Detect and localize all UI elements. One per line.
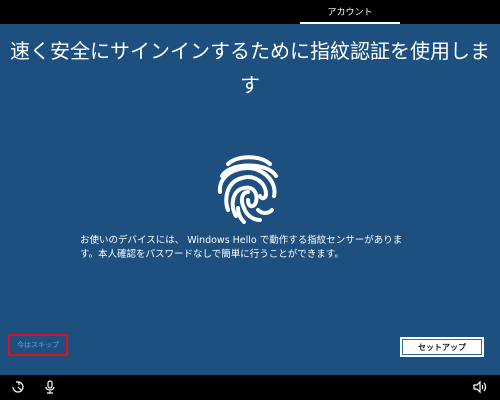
- fingerprint-icon: [217, 155, 278, 224]
- page-title: 速く安全にサインインするために指紋認証を使用します: [10, 39, 490, 97]
- skip-button[interactable]: 今はスキップ: [10, 336, 66, 354]
- ease-of-access-icon[interactable]: [10, 379, 26, 395]
- description-text: お使いのデバイスには、 Windows Hello で動作する指紋センサーがあり…: [80, 235, 403, 260]
- oobe-screen: アカウント 速く安全にサインインするために指紋認証を使用します お使いのデバイス…: [0, 0, 500, 400]
- skip-highlight-box: 今はスキップ: [8, 334, 68, 356]
- top-bar: アカウント: [0, 0, 500, 24]
- tab-account[interactable]: アカウント: [300, 0, 400, 24]
- main-panel: 速く安全にサインインするために指紋認証を使用します お使いのデバイスには、 Wi…: [0, 24, 500, 375]
- taskbar: [0, 375, 500, 400]
- setup-button[interactable]: セットアップ: [400, 337, 484, 357]
- volume-icon[interactable]: [472, 379, 488, 395]
- microphone-icon[interactable]: [42, 379, 58, 395]
